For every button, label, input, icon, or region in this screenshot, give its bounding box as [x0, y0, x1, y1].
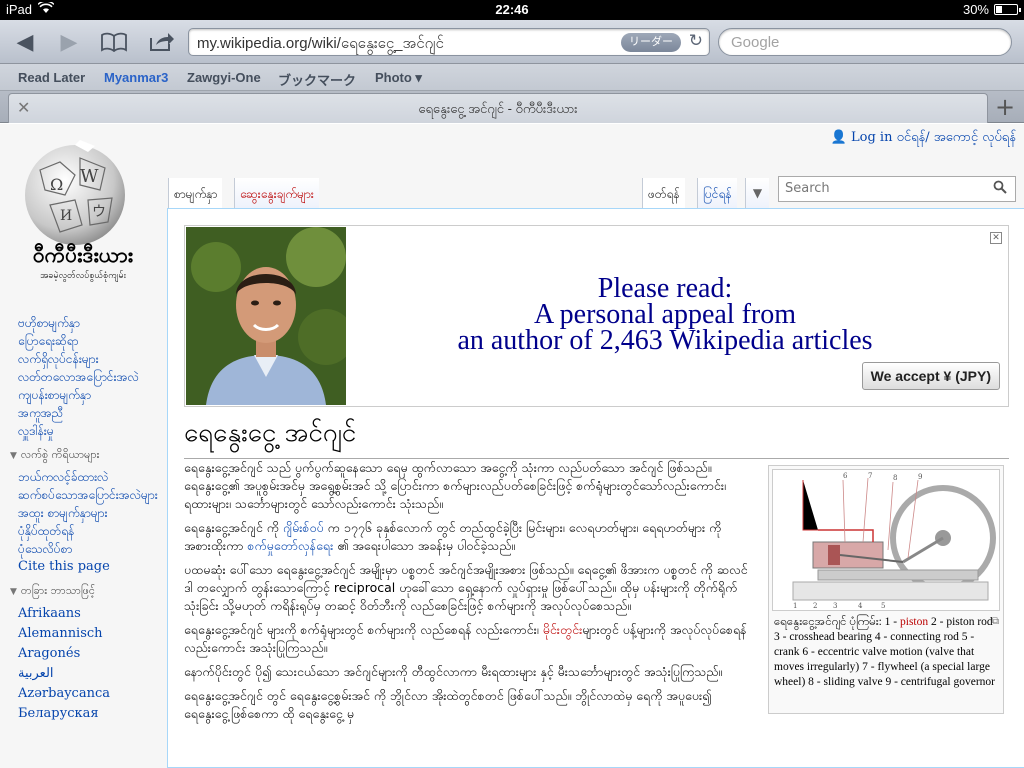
- nav-recent-changes[interactable]: လတ်တလောအပြောင်းအလဲ: [18, 368, 165, 386]
- battery-icon: [994, 4, 1021, 15]
- fundraising-banner[interactable]: Please read: A personal appeal from an a…: [184, 225, 1009, 407]
- address-bar[interactable]: my.wikipedia.org/wiki/ရေနွေးငွေ့_အင်ဂျင်…: [188, 28, 710, 56]
- tab-title: ရေနွေးငွေ့ အင်ဂျင် - ဝီကီပီးဒီးယား: [418, 101, 578, 116]
- page-title: ရေနွေးငွေ့ အင်ဂျင်: [184, 415, 1009, 459]
- svg-text:И: И: [60, 208, 72, 224]
- paragraph: ရေနွေးငွေ့အင်ဂျင် ကို ဂျိမ်းစ်ဝပ် က ၁၇၇၆…: [184, 520, 722, 553]
- web-page: 👤 Log in ဝင်ရန်/ အကောင့် လုပ်ရန် Ω W И ウ…: [0, 124, 1024, 768]
- svg-text:Ω: Ω: [50, 175, 63, 194]
- link-james-watt[interactable]: ဂျိမ်းစ်ဝပ်: [283, 520, 324, 535]
- tab-article[interactable]: စာမျက်နှာ: [168, 178, 223, 208]
- bookmark-myanmar3[interactable]: Myanmar3: [104, 70, 168, 85]
- tab-read[interactable]: ဖတ်ရန်: [642, 178, 685, 208]
- svg-text:W: W: [80, 166, 99, 187]
- tool-cite-page[interactable]: Cite this page: [18, 558, 165, 576]
- wiki-search-input[interactable]: Search: [778, 176, 1016, 202]
- battery-percent: 30%: [962, 2, 989, 17]
- triangle-down-icon: ▼: [10, 587, 17, 597]
- paragraph: ရေနွေးငွေ့အင်ဂျင် သည် ပွက်ပွက်ဆူနေသော ရေ…: [184, 460, 726, 511]
- clock: 22:46: [495, 2, 529, 17]
- figure-caption: ရေနွေးငွေ့အင်ဂျင် ပုံကြမ်း: 1 - piston 2…: [774, 616, 995, 688]
- diagram-label: 9: [918, 473, 922, 481]
- search-placeholder: Search: [785, 181, 830, 196]
- tool-permanent-link[interactable]: ပုံသေလိပ်စာ: [18, 540, 165, 558]
- more-actions-chevron-down-icon[interactable]: ▼: [745, 178, 769, 208]
- nav-help[interactable]: အကူအညီ: [18, 404, 165, 422]
- paragraph: ရေနွေးငွေ့အင်ဂျင် တွင် ရေနွေးငွေ့စွမ်းအင…: [184, 688, 712, 721]
- diagram-label: 3: [833, 602, 837, 610]
- enlarge-icon[interactable]: ⧉: [992, 616, 999, 627]
- lang-arabic[interactable]: العربية: [18, 664, 165, 684]
- svg-text:ウ: ウ: [92, 204, 106, 220]
- site-tagline: အခမဲ့လွတ်လပ်စွယ်စုံကျမ်း: [40, 271, 126, 281]
- new-tab-plus-icon[interactable]: +: [990, 93, 1020, 121]
- sidebar: ဗဟိုစာမျက်နှာ ပြောရေးဆိုရာ လက်ရှိလုပ်ငန်…: [0, 314, 165, 724]
- donate-button[interactable]: We accept ¥ (JPY): [861, 362, 1000, 390]
- diagram-label: 2: [813, 602, 817, 610]
- diagram-label: 5: [881, 602, 885, 610]
- diagram-label: 4: [858, 602, 863, 610]
- toolbox-list: ဘယ်ကလင့်ခ်ထားလဲ ဆက်စပ်သောအပြောင်းအလဲများ…: [0, 468, 165, 576]
- nav-community[interactable]: ပြောရေးဆိုရာ: [18, 332, 165, 350]
- lang-afrikaans[interactable]: Afrikaans: [18, 604, 165, 624]
- lang-alemannisch[interactable]: Alemannisch: [18, 624, 165, 644]
- diagram-label: 8: [893, 474, 897, 482]
- article-text: ရေနွေးငွေ့အင်ဂျင် သည် ပွက်ပွက်ဆူနေသော ရေ…: [184, 459, 749, 729]
- forward-arrow-icon[interactable]: ▶: [54, 28, 84, 56]
- paragraph: နောက်ပိုင်းတွင် ပို၍ သေးငယ်သော အင်ဂျင်မျ…: [184, 664, 723, 679]
- bookmark-photo-folder[interactable]: Photo ▾: [375, 70, 422, 86]
- browser-tab[interactable]: ✕ ရေနွေးငွေ့ အင်ဂျင် - ဝီကီပီးဒီးယား: [8, 93, 988, 123]
- google-search-input[interactable]: Google: [718, 28, 1012, 56]
- navigation-list: ဗဟိုစာမျက်နှာ ပြောရေးဆိုရာ လက်ရှိလုပ်ငန်…: [0, 314, 165, 440]
- triangle-down-icon: ▼: [10, 451, 17, 461]
- steam-engine-diagram[interactable]: 1 2 3 4 5 6 7 8 9: [772, 469, 1000, 611]
- bookmarks-bar: Read Later Myanmar3 Zawgyi-One ブックマーク Ph…: [0, 64, 1024, 91]
- nav-current-events[interactable]: လက်ရှိလုပ်ငန်းများ: [18, 350, 165, 368]
- close-icon[interactable]: ✕: [990, 232, 1002, 244]
- tool-related-changes[interactable]: ဆက်စပ်သောအပြောင်းအလဲများ: [18, 486, 165, 504]
- back-arrow-icon[interactable]: ◀: [10, 28, 40, 56]
- tab-talk[interactable]: ဆွေးနွေးချက်များ: [234, 178, 319, 208]
- diagram-label: 7: [868, 472, 872, 480]
- nav-donate[interactable]: လှူဒါန်းမှု: [18, 422, 165, 440]
- figure-thumbnail: 1 2 3 4 5 6 7 8 9 ⧉ ရေနွေးငွေ့အင်ဂျင် ပု…: [768, 465, 1004, 714]
- nav-random-page[interactable]: ကျပန်းစာမျက်နှာ: [18, 386, 165, 404]
- reader-button[interactable]: リーダー: [621, 33, 681, 52]
- lang-azerbaijani[interactable]: Azərbaycanca: [18, 684, 165, 704]
- lang-belarusian[interactable]: Беларуская: [18, 704, 165, 724]
- tool-what-links-here[interactable]: ဘယ်ကလင့်ခ်ထားလဲ: [18, 468, 165, 486]
- status-bar: iPad 22:46 30%: [0, 0, 1024, 20]
- paragraph: ပထမဆုံး ပေါ်သော ရေနွေးငွေ့အင်ဂျင် အမျိုး…: [184, 562, 748, 613]
- tool-special-pages[interactable]: အထူး စာမျက်နှာများ: [18, 504, 165, 522]
- site-name: ဝီကီပီးဒီးယား: [32, 243, 134, 267]
- lang-aragones[interactable]: Aragonés: [18, 644, 165, 664]
- bookmarks-book-icon[interactable]: [96, 28, 132, 56]
- bookmark-zawgyi-one[interactable]: Zawgyi-One: [187, 70, 261, 85]
- tab-bar: ✕ ရေနွေးငွေ့ အင်ဂျင် - ဝီကီပီးဒီးယား +: [0, 91, 1024, 123]
- bookmark-read-later[interactable]: Read Later: [18, 70, 85, 85]
- tab-edit[interactable]: ပြင်ရန်: [697, 178, 737, 208]
- share-action-icon[interactable]: [144, 28, 180, 56]
- languages-list: Afrikaans Alemannisch Aragonés العربية A…: [0, 604, 165, 724]
- banner-message[interactable]: Please read: A personal appeal from an a…: [385, 275, 945, 355]
- paragraph: ရေနွေးငွေ့အင်ဂျင် များကို စက်ရုံများတွင်…: [184, 622, 747, 655]
- tool-printable[interactable]: ပုံနှိပ်ထုတ်ရန်: [18, 522, 165, 540]
- browser-toolbar: ◀ ▶ my.wikipedia.org/wiki/ရေနွေးငွေ့_အင်…: [0, 20, 1024, 64]
- user-icon: 👤: [830, 130, 847, 145]
- languages-heading[interactable]: ▼ တခြား ဘာသာဖြင့်: [10, 584, 165, 600]
- article-content: Please read: A personal appeal from an a…: [167, 208, 1024, 768]
- author-photo: [186, 227, 346, 405]
- link-piston[interactable]: piston: [900, 616, 928, 628]
- login-link[interactable]: 👤 Log in ဝင်ရန်/ အကောင့် လုပ်ရန်: [831, 129, 1016, 148]
- toolbox-heading[interactable]: ▼ လက်စွဲ ကိရိယာများ: [10, 448, 165, 464]
- nav-main-page[interactable]: ဗဟိုစာမျက်နှာ: [18, 314, 165, 332]
- link-mine[interactable]: မိုင်းတွင်း: [543, 622, 583, 637]
- diagram-label: 6: [843, 472, 848, 480]
- search-icon[interactable]: [993, 180, 1007, 198]
- bookmark-bookmarks[interactable]: ブックマーク: [278, 70, 356, 89]
- reload-icon[interactable]: ↻: [689, 31, 703, 51]
- diagram-label: 1: [793, 602, 797, 610]
- url-text[interactable]: my.wikipedia.org/wiki/ရေနွေးငွေ့_အင်ဂျင်: [197, 34, 617, 56]
- link-industrial-revolution[interactable]: စက်မှုတော်လှန်ရေး: [247, 538, 333, 553]
